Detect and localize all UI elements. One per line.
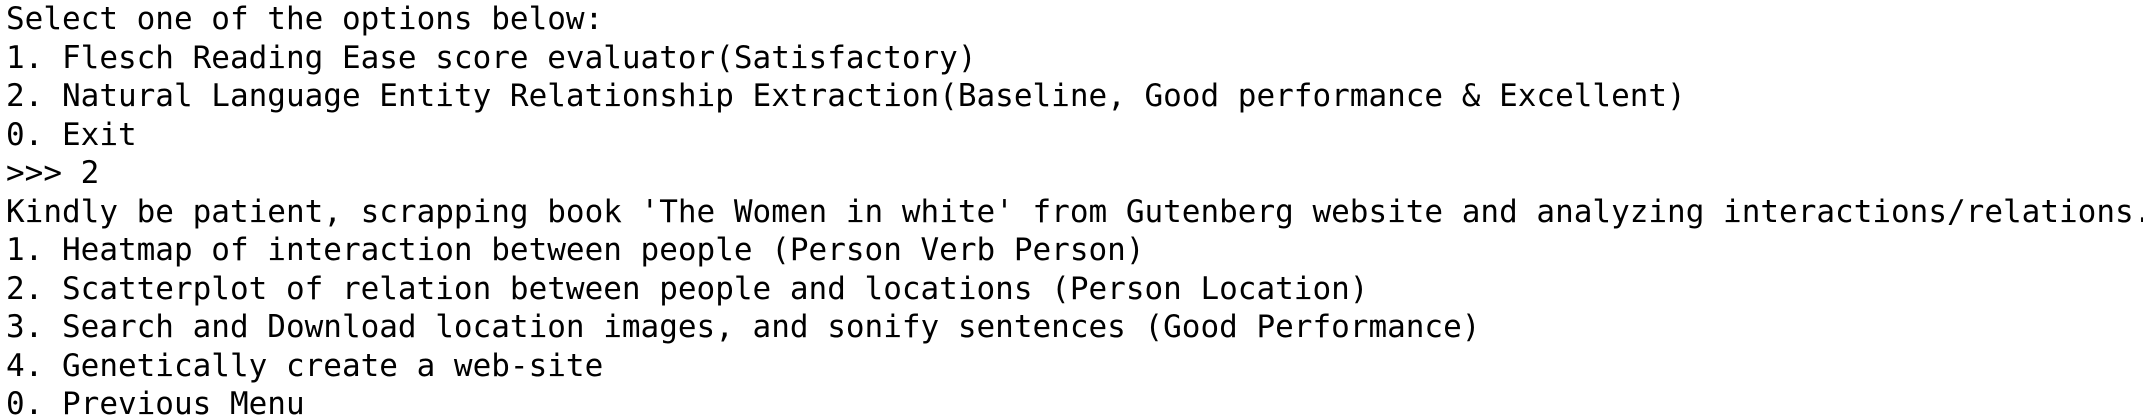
input-prompt: >>>: [6, 155, 81, 191]
console-output[interactable]: Select one of the options below: 1. Fles…: [0, 0, 2143, 416]
menu-option-entity-extraction: 2. Natural Language Entity Relationship …: [6, 78, 1686, 114]
submenu-option-images-sonify: 3. Search and Download location images, …: [6, 309, 1481, 345]
menu-prompt-title: Select one of the options below:: [6, 1, 604, 37]
submenu-option-website: 4. Genetically create a web-site: [6, 347, 604, 384]
menu-option-exit: 0. Exit: [6, 116, 137, 153]
submenu-option-scatterplot: 2. Scatterplot of relation between peopl…: [6, 270, 1369, 307]
menu-option-flesch: 1. Flesch Reading Ease score evaluator(S…: [6, 39, 977, 76]
input-line[interactable]: >>> 2: [6, 154, 2143, 193]
input-value[interactable]: 2: [81, 155, 100, 191]
submenu-option-previous-menu: 0. Previous Menu: [6, 386, 305, 416]
status-message: Kindly be patient, scrapping book 'The W…: [6, 193, 2143, 230]
submenu-option-heatmap: 1. Heatmap of interaction between people…: [6, 232, 1145, 268]
